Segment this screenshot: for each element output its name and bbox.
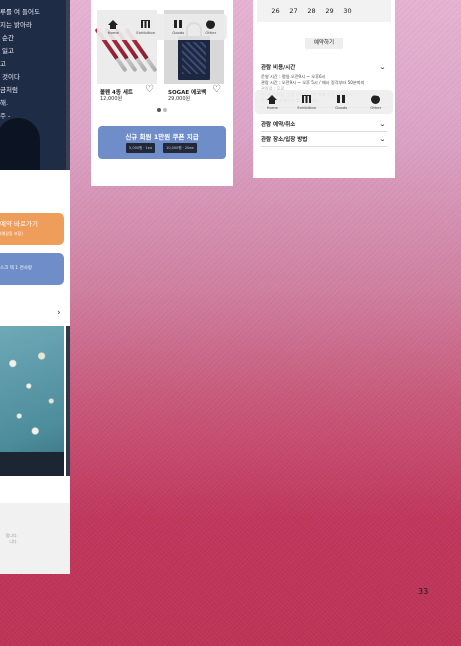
calendar-day[interactable]: 27: [289, 7, 298, 15]
accordion-reservation-cancel: 관람 예약/취소 ⌄: [261, 119, 387, 132]
coupon-title: 신규 회원 1만원 쿠폰 지급: [125, 133, 199, 141]
nav-home[interactable]: Home: [101, 19, 125, 35]
product-price: 29,000원: [168, 96, 191, 102]
coupon-ticket: 10,000원 · 20ea: [163, 143, 197, 153]
silhouette-image: [0, 118, 40, 170]
carousel-dots: [157, 108, 167, 112]
secondary-shortcut-button[interactable]: 스크 덱 1 천사랑: [0, 253, 64, 285]
calendar-day[interactable]: 29: [325, 7, 334, 15]
nav-label: Goods: [335, 105, 348, 110]
nav-home[interactable]: Home: [260, 94, 284, 110]
calendar-week-row: 26 27 28 29 30: [257, 0, 391, 22]
goods-screen-panel: Home Exhibition Goods Other 볼펜 4종 세트 12,…: [91, 0, 233, 186]
coupon-tickets: 5,000원 · 1ea 10,000원 · 20ea: [126, 143, 197, 153]
nav-exhibition[interactable]: Exhibition: [295, 94, 319, 110]
nav-label: Other: [370, 105, 382, 110]
nav-goods[interactable]: Goods: [329, 94, 353, 110]
page-number: 33: [418, 587, 429, 596]
nav-label: Home: [266, 105, 278, 110]
next-slide-peek: [66, 0, 70, 170]
reservation-shortcut-button[interactable]: 예약 바로가기 (예갈링 포함): [0, 213, 64, 245]
heart-icon[interactable]: ♡: [145, 85, 154, 95]
chevron-down-icon: ⌄: [379, 64, 386, 71]
accordion-location-entry: 관람 장소/입장 방법 ⌄: [261, 134, 387, 147]
nav-label: Exhibition: [297, 105, 317, 110]
hero-line: 을 것이다: [0, 73, 20, 81]
more-icon: [371, 92, 381, 104]
next-card-peek: [66, 326, 70, 476]
heart-icon[interactable]: ♡: [212, 85, 221, 95]
chevron-right-icon[interactable]: ›: [57, 308, 61, 318]
hero-line: 업고: [0, 60, 6, 68]
hero-line: 하지는 밝아라: [0, 21, 32, 29]
nav-label: Home: [107, 30, 119, 35]
left-screen-panel: 하루를 여 들어도 하지는 밝아라 는 순간 을 잃고 업고 을 것이다 지금처…: [0, 0, 70, 574]
carousel-dot[interactable]: [163, 108, 167, 112]
gift-icon: [173, 19, 183, 29]
coupon-banner[interactable]: 신규 회원 1만원 쿠폰 지급 5,000원 · 1ea 10,000원 · 2…: [98, 126, 226, 159]
calendar-day[interactable]: 26: [271, 7, 280, 15]
footer-line: 니다.: [9, 539, 18, 544]
carousel-dot[interactable]: [157, 108, 161, 112]
hero-line: 지금처럼: [0, 86, 18, 94]
accordion-title: 관람 예약/취소: [261, 122, 296, 128]
hero-line: 을 잃고: [0, 47, 15, 55]
reservation-button-label: 예약 바로가기: [0, 220, 38, 228]
nav-label: Other: [205, 30, 217, 35]
home-icon: [267, 94, 278, 104]
nav-label: Goods: [172, 30, 185, 35]
accordion-title: 관람 비용/시간: [261, 65, 296, 71]
calendar-day[interactable]: 28: [307, 7, 316, 15]
nav-label: Exhibition: [136, 30, 156, 35]
footer: 합니다. 니다.: [0, 503, 70, 574]
grid-icon: [302, 94, 312, 104]
chevron-down-icon: ⌄: [379, 136, 386, 143]
painting-caption-bar: [0, 452, 64, 476]
accordion-header[interactable]: 관람 비용/시간 ⌄: [261, 62, 387, 74]
chevron-down-icon: ⌄: [379, 121, 386, 128]
coupon-ticket: 5,000원 · 1ea: [126, 143, 156, 153]
grid-icon: [141, 19, 151, 29]
ecobag-shape: [178, 22, 210, 80]
accordion-header[interactable]: 관람 예약/취소 ⌄: [261, 119, 387, 131]
hero-line: 하루를 여 들어도: [0, 8, 40, 16]
gift-icon: [336, 94, 346, 104]
reservation-button-sub: (예갈링 포함): [0, 231, 23, 236]
accordion-title: 관람 장소/입장 방법: [261, 137, 308, 143]
secondary-button-label: 스크 덱 1 천사랑: [0, 266, 32, 271]
hero-line: 는 순간: [0, 34, 15, 42]
book-button[interactable]: 예약하기: [305, 38, 343, 49]
nav-exhibition[interactable]: Exhibition: [134, 19, 158, 35]
more-icon: [206, 17, 216, 29]
accordion-header[interactable]: 관람 장소/입장 방법 ⌄: [261, 134, 387, 146]
hero-line: 위해.: [0, 99, 9, 107]
product-price: 12,000원: [100, 96, 123, 102]
calendar-day[interactable]: 30: [343, 7, 352, 15]
nav-other[interactable]: Other: [199, 17, 223, 36]
bottom-nav-bar: Home Exhibition Goods Other: [97, 14, 227, 40]
nav-goods[interactable]: Goods: [166, 19, 190, 35]
nav-other[interactable]: Other: [364, 92, 388, 111]
hero-banner: 하루를 여 들어도 하지는 밝아라 는 순간 을 잃고 업고 을 것이다 지금처…: [0, 0, 66, 170]
home-icon: [108, 19, 119, 29]
reservation-screen-panel: 26 27 28 29 30 예약하기 관람 비용/시간 ⌄ 운영 시간 : 평…: [253, 0, 395, 178]
bottom-nav-bar: Home Exhibition Goods Other: [255, 90, 393, 114]
